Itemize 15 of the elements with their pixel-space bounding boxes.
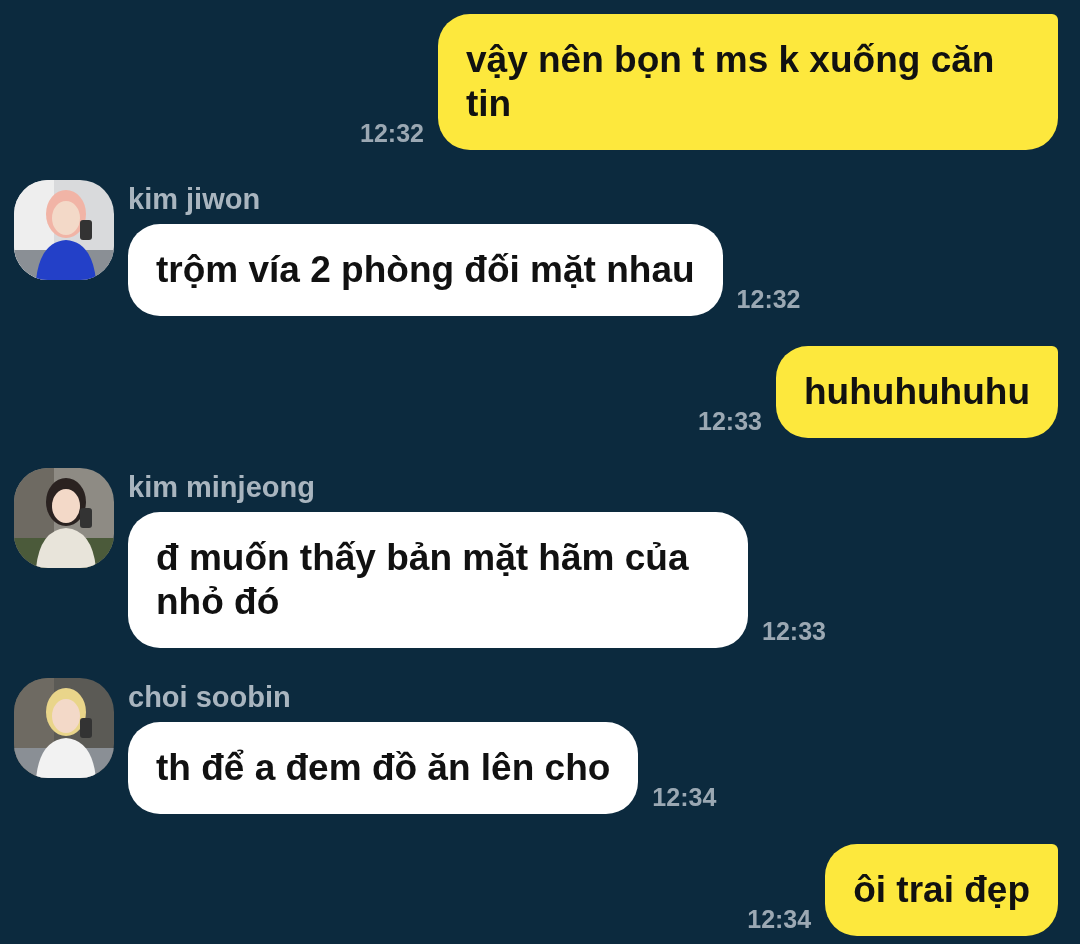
message-bubble: huhuhuhuhu	[776, 346, 1058, 438]
message-time: 12:33	[698, 407, 762, 436]
message-bubble: trộm vía 2 phòng đối mặt nhau	[128, 224, 723, 316]
message-bubble: th để a đem đồ ăn lên cho	[128, 722, 639, 814]
message-time: 12:34	[652, 783, 717, 812]
message-time: 12:32	[360, 119, 424, 148]
message-time: 12:32	[736, 285, 801, 314]
sender-name: kim jiwon	[128, 182, 262, 216]
sender-name: choi soobin	[128, 680, 292, 714]
message-time: 12:34	[747, 905, 812, 934]
message-bubble: đ muốn thấy bản mặt hãm của nhỏ đó	[128, 512, 748, 648]
message-bubble: vậy nên bọn t ms k xuống căn tin	[438, 14, 1058, 150]
message-time: 12:33	[762, 617, 826, 646]
sender-name: kim minjeong	[128, 470, 316, 504]
message-bubble: ôi trai đẹp	[825, 844, 1058, 936]
